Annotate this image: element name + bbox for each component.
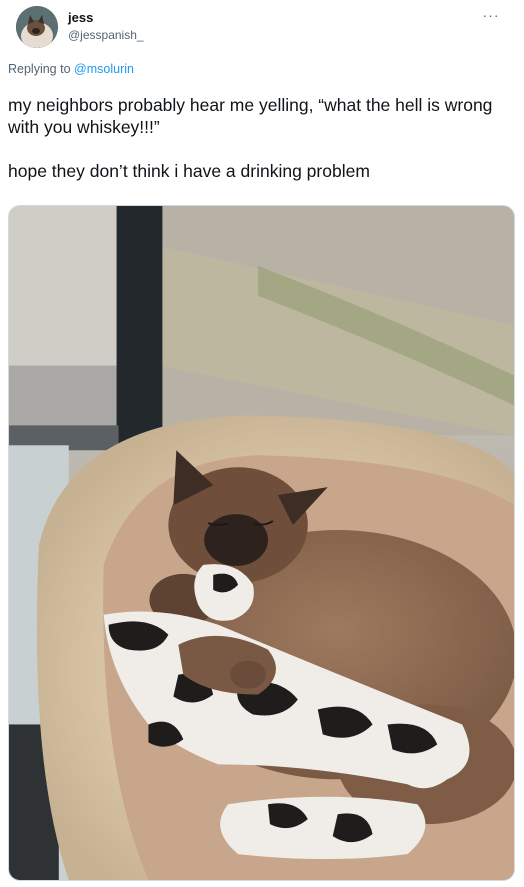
avatar[interactable] xyxy=(16,6,58,48)
tweet-text-paragraph-1: my neighbors probably hear me yelling, “… xyxy=(8,95,493,137)
reply-mention-link[interactable]: @msolurin xyxy=(74,62,134,76)
more-dots-icon[interactable]: ··· xyxy=(480,8,502,26)
display-name[interactable]: jess xyxy=(68,10,144,26)
avatar-cat-icon xyxy=(16,6,58,48)
tweet-text: my neighbors probably hear me yelling, “… xyxy=(8,94,508,182)
tweet-photo[interactable] xyxy=(8,205,515,881)
reply-line: Replying to @msolurin xyxy=(8,62,516,82)
tweet[interactable]: jess @jesspanish_ ··· Replying to @msolu… xyxy=(0,0,524,887)
tweet-text-paragraph-2: hope they don’t think i have a drinking … xyxy=(8,161,370,181)
cat-in-bed-photo xyxy=(9,206,514,880)
reply-prefix: Replying to xyxy=(8,62,71,76)
author-names: jess @jesspanish_ xyxy=(68,10,144,42)
tweet-header: jess @jesspanish_ ··· xyxy=(8,0,516,56)
handle[interactable]: @jesspanish_ xyxy=(68,28,144,42)
